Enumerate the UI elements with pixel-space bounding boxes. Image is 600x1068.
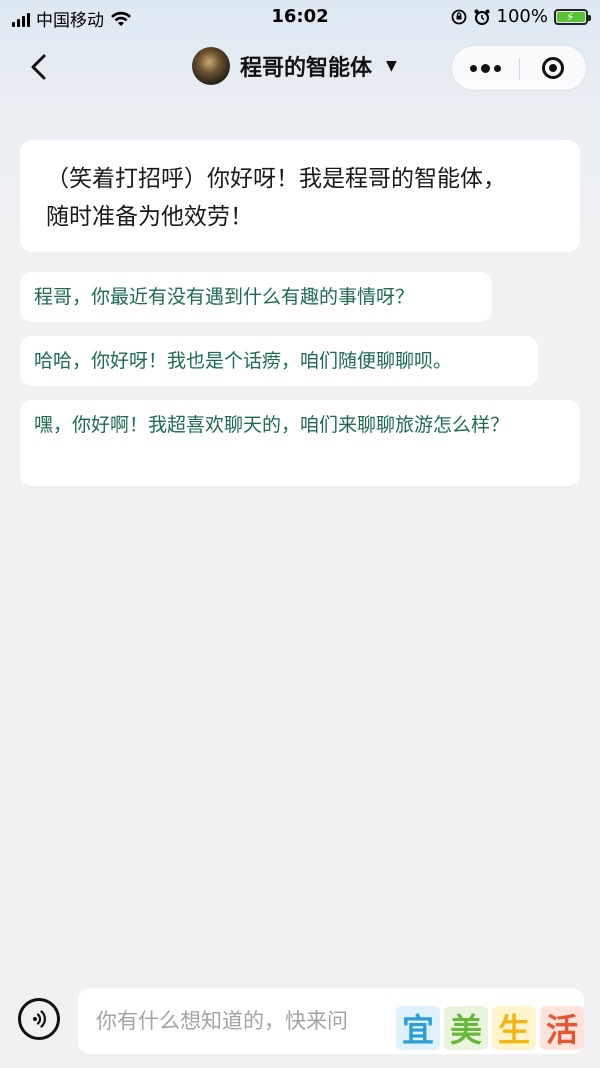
watermark-char: 宜 bbox=[396, 1006, 440, 1050]
watermark-logo: 宜 美 生 活 bbox=[396, 1006, 584, 1050]
lock-rotation-icon bbox=[451, 9, 466, 24]
target-close-icon[interactable] bbox=[520, 46, 586, 90]
page-title: 程哥的智能体 bbox=[240, 56, 373, 81]
voice-icon[interactable] bbox=[18, 998, 60, 1040]
more-dots-icon[interactable] bbox=[452, 46, 519, 90]
greeting-message: （笑着打招呼）你好呀！我是程哥的智能体，随时准备为他效劳！ bbox=[20, 140, 580, 252]
watermark-char: 生 bbox=[492, 1006, 536, 1050]
nav-bar: 程哥的智能体 ▼ bbox=[0, 36, 600, 98]
watermark-char: 美 bbox=[444, 1006, 488, 1050]
alarm-icon bbox=[474, 9, 490, 25]
mini-program-capsule bbox=[451, 45, 587, 91]
suggestion-item[interactable]: 哈哈，你好呀！我也是个话痨，咱们随便聊聊呗。 bbox=[20, 336, 538, 386]
message-input[interactable] bbox=[78, 988, 396, 1054]
back-arrow-icon[interactable] bbox=[22, 50, 56, 84]
avatar bbox=[192, 47, 230, 85]
battery-charging-icon: ⚡ bbox=[554, 8, 591, 25]
suggestion-item[interactable]: 嘿，你好啊！我超喜欢聊天的，咱们来聊聊旅游怎么样？ bbox=[20, 400, 580, 486]
chevron-down-icon: ▼ bbox=[386, 58, 397, 74]
agent-title-dropdown[interactable]: 程哥的智能体 ▼ bbox=[192, 47, 397, 85]
status-bar: 中国移动 16:02 100% ⚡ bbox=[0, 0, 600, 34]
suggestion-item[interactable]: 程哥，你最近有没有遇到什么有趣的事情呀？ bbox=[20, 272, 492, 322]
watermark-char: 活 bbox=[540, 1006, 584, 1050]
battery-percent: 100% bbox=[496, 6, 548, 27]
status-right: 100% ⚡ bbox=[451, 6, 591, 27]
